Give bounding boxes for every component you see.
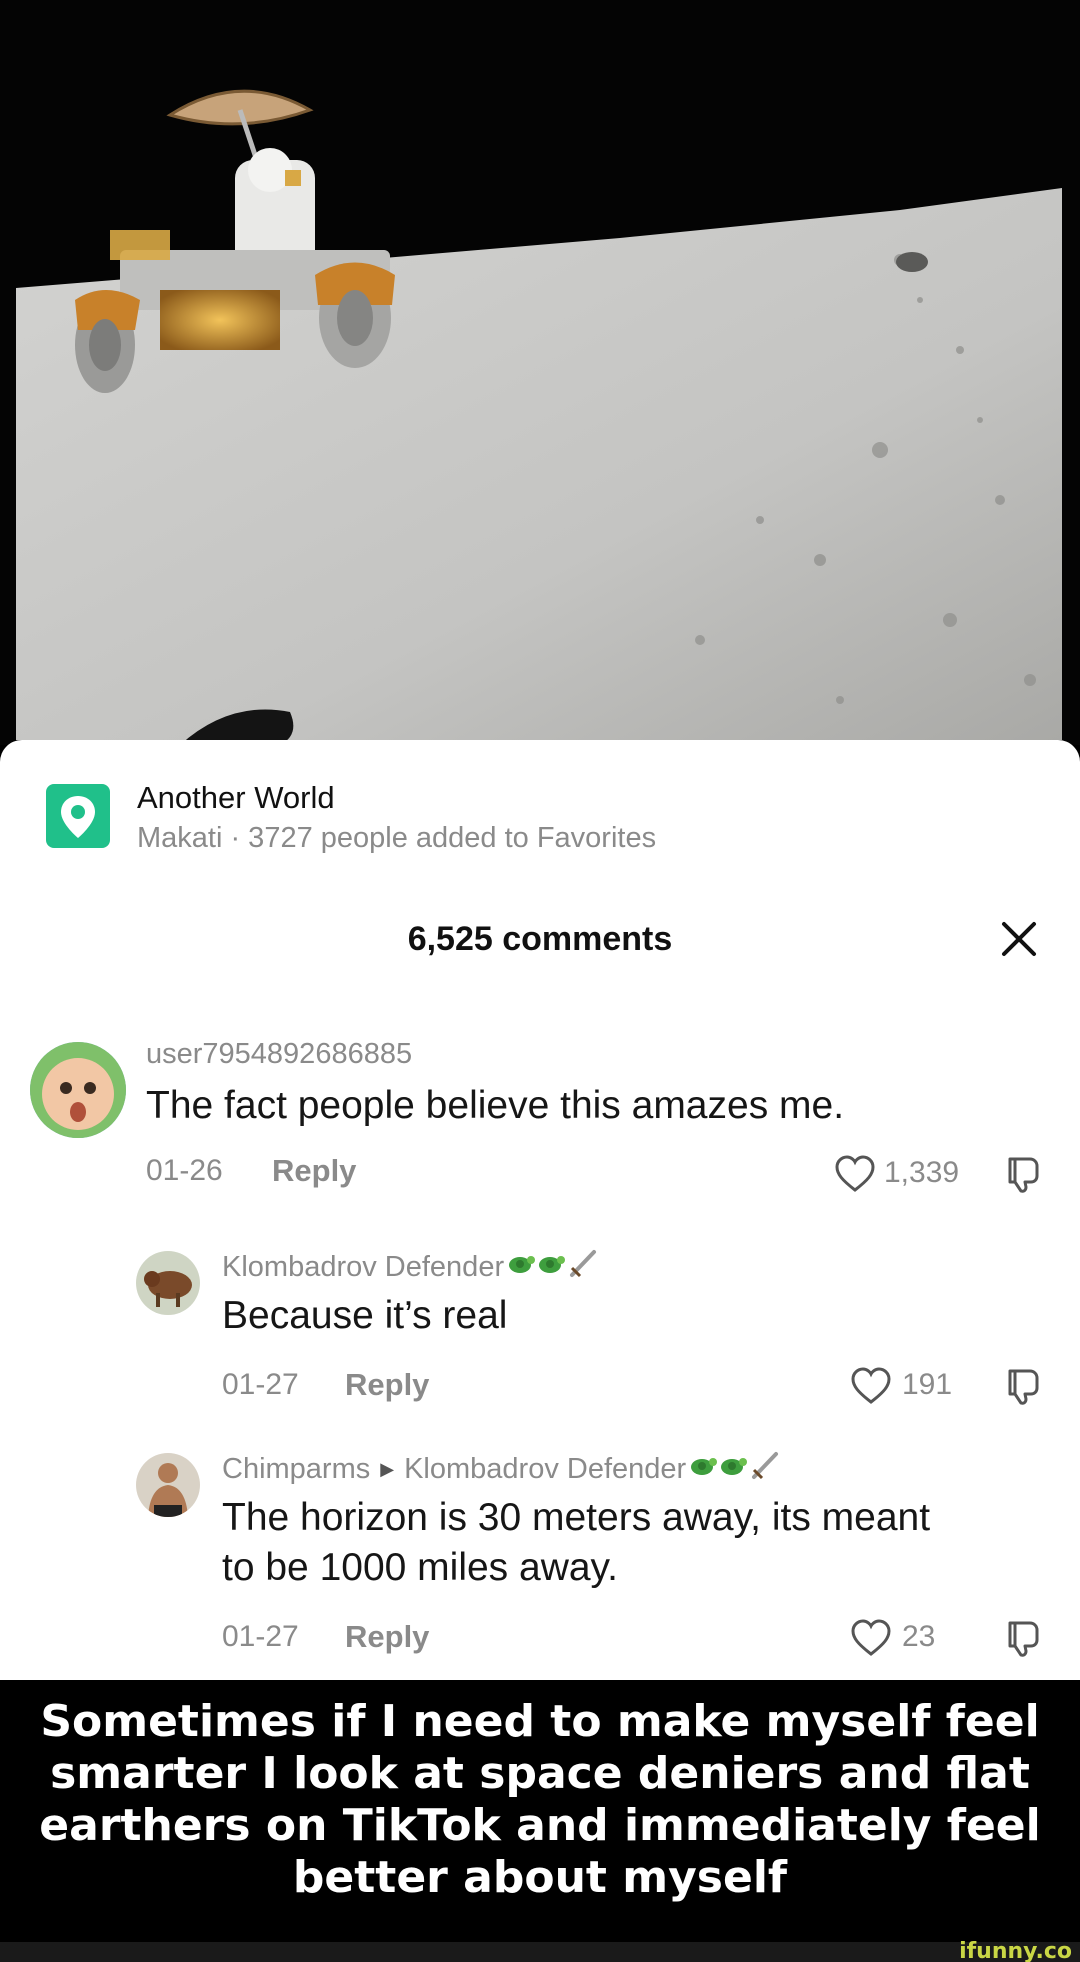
like-count: 1,339 bbox=[884, 1156, 960, 1189]
comment-username-text: Chimparms bbox=[222, 1453, 371, 1485]
like-count: 23 bbox=[902, 1620, 936, 1653]
dagger-icon bbox=[752, 1452, 779, 1480]
ifunny-watermark: ifunny.co bbox=[959, 1939, 1072, 1962]
location-subtitle: Makati · 3727 people added to Favorites bbox=[137, 822, 657, 854]
footer-bar bbox=[0, 1942, 1080, 1962]
comment-username[interactable]: Chimparms ▶ Klombadrov Defender bbox=[222, 1450, 780, 1488]
reply-button[interactable]: Reply bbox=[345, 1367, 429, 1403]
comment-username-text: Klombadrov Defender bbox=[222, 1251, 505, 1283]
dagger-icon bbox=[570, 1250, 597, 1278]
comment-reply-item: Chimparms ▶ Klombadrov Defender The horizo… bbox=[0, 740, 1080, 1657]
like-button[interactable]: 23 bbox=[850, 1618, 990, 1658]
turtle-icon bbox=[721, 1458, 748, 1475]
username-emojis bbox=[688, 1450, 780, 1488]
location-pin-icon bbox=[46, 784, 110, 848]
caption-line: smarter I look at space deniers and flat bbox=[50, 1748, 1030, 1799]
caption-line: better about myself bbox=[292, 1852, 788, 1903]
avatar[interactable] bbox=[30, 1042, 126, 1138]
avatar[interactable] bbox=[136, 1251, 200, 1315]
video-frame[interactable] bbox=[0, 0, 1080, 745]
comments-sheet: Another World Makati · 3727 people added… bbox=[0, 740, 1080, 1680]
comment-date: 01-26 bbox=[146, 1154, 223, 1187]
comment-text: Because it’s real bbox=[222, 1294, 508, 1337]
close-icon[interactable] bbox=[996, 916, 1042, 962]
heart-icon bbox=[851, 1367, 891, 1404]
dislike-icon[interactable] bbox=[1004, 1366, 1044, 1406]
location-card[interactable]: Another World Makati · 3727 people added… bbox=[46, 780, 1046, 854]
like-button[interactable]: 1,339 bbox=[834, 1154, 994, 1194]
lunar-rover-scene bbox=[0, 0, 1080, 745]
reply-button[interactable]: Reply bbox=[345, 1619, 429, 1655]
comment-text-line-2: to be 1000 miles away. bbox=[222, 1546, 618, 1589]
turtle-icon bbox=[539, 1256, 566, 1273]
comment-username[interactable]: user7954892686885 bbox=[146, 1038, 412, 1071]
like-button[interactable]: 191 bbox=[850, 1366, 990, 1406]
reply-button[interactable]: Reply bbox=[272, 1153, 356, 1189]
comment-text-line-1: The horizon is 30 meters away, its meant bbox=[222, 1496, 931, 1539]
comment-date: 01-27 bbox=[222, 1368, 299, 1401]
username-emojis bbox=[506, 1248, 598, 1286]
turtle-icon bbox=[691, 1458, 718, 1475]
dislike-icon[interactable] bbox=[1004, 1618, 1044, 1658]
turtle-icon bbox=[509, 1256, 536, 1273]
reply-arrow-icon: ▶ bbox=[380, 1459, 395, 1479]
location-title: Another World bbox=[137, 780, 335, 815]
caption-line: earthers on TikTok and immediately feel bbox=[39, 1800, 1041, 1851]
reply-to-username[interactable]: Klombadrov Defender bbox=[404, 1453, 686, 1485]
comment-date: 01-27 bbox=[222, 1620, 299, 1653]
comment-text: The fact people believe this amazes me. bbox=[146, 1084, 845, 1127]
avatar[interactable] bbox=[136, 1453, 200, 1517]
comment-username[interactable]: Klombadrov Defender bbox=[222, 1248, 598, 1286]
dislike-icon[interactable] bbox=[1004, 1154, 1044, 1194]
like-count: 191 bbox=[902, 1368, 953, 1401]
comments-count: 6,525 comments bbox=[407, 920, 673, 958]
meme-caption: Sometimes if I need to make myself feel … bbox=[0, 1680, 1080, 1942]
caption-line: Sometimes if I need to make myself feel bbox=[40, 1696, 1040, 1747]
heart-icon bbox=[851, 1619, 891, 1656]
heart-icon bbox=[835, 1155, 875, 1192]
